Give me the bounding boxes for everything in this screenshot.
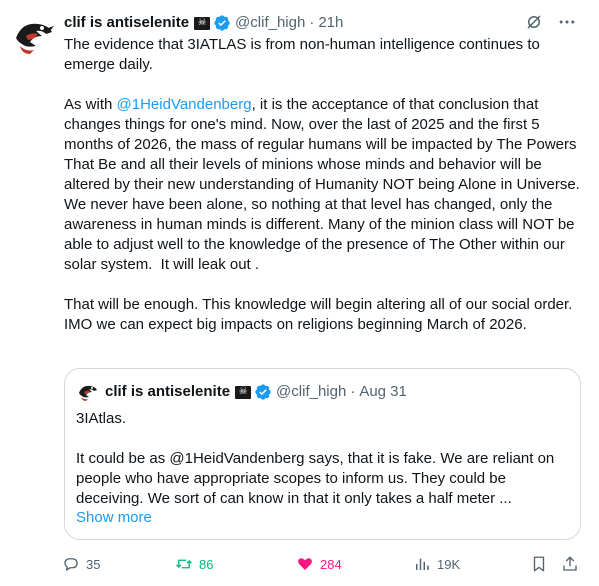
quoted-line: It could be as @1HeidVandenberg says, th… <box>76 450 555 507</box>
more-icon[interactable] <box>557 12 577 32</box>
repost-icon <box>176 559 192 569</box>
quoted-avatar[interactable] <box>77 381 99 403</box>
tweet-text: The evidence that 3IATLAS is from non-hu… <box>64 35 584 355</box>
author-name[interactable]: clif is antiselenite <box>64 13 189 33</box>
bookmark-button[interactable] <box>530 552 548 576</box>
paragraph-text: , it is the acceptance of that conclusio… <box>64 96 585 273</box>
tweet-paragraph: The evidence that 3IATLAS is from non-hu… <box>64 36 544 73</box>
quoted-tweet[interactable]: clif is antiselenite ☠ @clif_high · Aug … <box>64 368 581 540</box>
show-more-link[interactable]: Show more <box>76 509 152 526</box>
share-button[interactable] <box>561 552 579 576</box>
like-button[interactable]: 284 <box>296 552 342 576</box>
tweet-header: clif is antiselenite ☠ @clif_high · 21h <box>64 12 589 34</box>
mention-link[interactable]: @1HeidVandenberg <box>117 96 252 113</box>
timestamp[interactable]: 21h <box>318 13 343 33</box>
pirate-flag-icon: ☠ <box>235 385 252 399</box>
paragraph-text: As with <box>64 96 117 113</box>
quoted-author-handle[interactable]: @clif_high <box>276 382 346 402</box>
quoted-tweet-text: 3IAtlas. It could be as @1HeidVandenberg… <box>76 409 566 509</box>
tweet-paragraph: As with @1HeidVandenberg, it is the acce… <box>64 95 584 275</box>
heart-icon <box>298 558 312 570</box>
reply-icon <box>64 558 78 571</box>
repost-count: 86 <box>199 556 214 572</box>
tweet: clif is antiselenite ☠ @clif_high · 21h … <box>0 0 599 586</box>
like-count: 284 <box>320 556 342 572</box>
tweet-paragraph: That will be enough. This knowledge will… <box>64 296 577 333</box>
views-icon <box>416 558 429 570</box>
avatar[interactable] <box>12 14 56 58</box>
views-button[interactable]: 19K <box>413 552 460 576</box>
separator-dot: · <box>309 14 315 31</box>
quoted-timestamp[interactable]: Aug 31 <box>359 382 407 402</box>
grok-icon[interactable] <box>525 13 543 31</box>
verified-badge-icon[interactable] <box>254 383 272 401</box>
share-icon <box>563 556 577 571</box>
pirate-flag-icon: ☠ <box>194 16 211 30</box>
views-count: 19K <box>437 556 461 572</box>
verified-badge-icon[interactable] <box>213 14 231 32</box>
separator-dot: · <box>350 383 356 400</box>
bookmark-icon <box>533 556 545 572</box>
quoted-tweet-header: clif is antiselenite ☠ @clif_high · Aug … <box>77 381 568 403</box>
action-bar: 35 86 284 19K <box>60 552 580 576</box>
quoted-line: 3IAtlas. <box>76 410 127 427</box>
author-handle[interactable]: @clif_high <box>235 13 305 33</box>
quoted-author-name[interactable]: clif is antiselenite <box>105 382 230 402</box>
reply-count: 35 <box>86 556 101 572</box>
reply-button[interactable]: 35 <box>62 552 100 576</box>
repost-button[interactable]: 86 <box>175 552 213 576</box>
header-actions <box>525 12 577 32</box>
